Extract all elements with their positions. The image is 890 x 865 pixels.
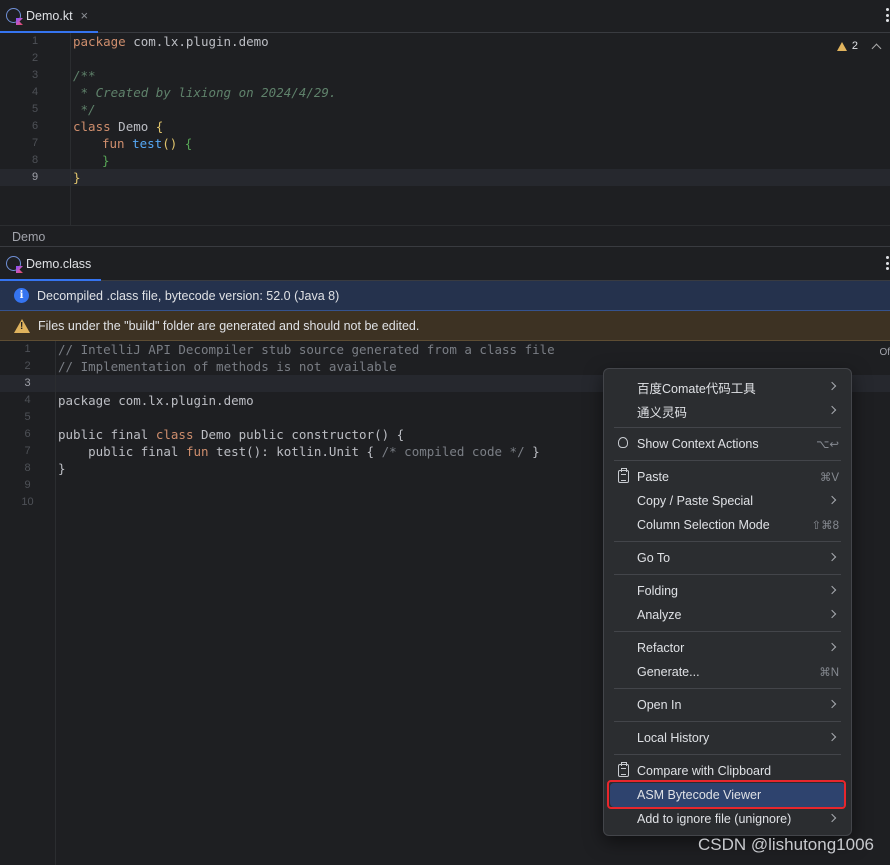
code-line: package com.lx.plugin.demo xyxy=(58,393,254,408)
clipboard-icon xyxy=(618,468,629,483)
line-number: 7 xyxy=(31,137,39,149)
menu-item-baidu-comate[interactable]: 百度Comate代码工具 xyxy=(610,375,845,399)
top-tab-bar: Demo.kt × xyxy=(0,0,890,33)
code-line: class Demo { xyxy=(73,119,164,134)
menu-item-analyze[interactable]: Analyze xyxy=(610,603,845,627)
tab-demo-class[interactable]: Demo.class xyxy=(0,248,102,281)
code-line: } xyxy=(102,153,110,168)
code-line: */ xyxy=(73,102,96,117)
breadcrumb[interactable]: Demo xyxy=(0,225,890,247)
menu-item-generate[interactable]: Generate... ⌘N xyxy=(610,660,845,684)
menu-item-add-to-ignore[interactable]: Add to ignore file (unignore) xyxy=(610,807,845,831)
menu-item-refactor[interactable]: Refactor xyxy=(610,636,845,660)
line-number: 3 xyxy=(24,377,31,389)
code-line: * Created by lixiong on 2024/4/29. xyxy=(73,85,337,100)
line-number: 9 xyxy=(31,171,39,183)
chevron-up-icon[interactable] xyxy=(871,43,882,53)
watermark: CSDN @lishutong1006 xyxy=(697,835,874,854)
side-panel-label: Of xyxy=(879,347,890,358)
compare-clipboard-icon xyxy=(618,762,629,777)
more-icon[interactable] xyxy=(886,256,890,270)
line-number: 7 xyxy=(24,445,31,457)
menu-item-open-in[interactable]: Open In xyxy=(610,693,845,717)
close-icon[interactable]: × xyxy=(81,8,89,23)
menu-item-show-context-actions[interactable]: Show Context Actions ⌥↩ xyxy=(610,432,845,456)
class-file-icon xyxy=(6,256,21,271)
menu-separator xyxy=(614,754,841,755)
line-number: 4 xyxy=(24,394,31,406)
menu-item-go-to[interactable]: Go To xyxy=(610,546,845,570)
line-number: 1 xyxy=(24,343,31,355)
chevron-right-icon xyxy=(827,699,837,709)
inspection-widget[interactable]: 2 xyxy=(836,40,882,53)
line-number-gutter: 1 2 3 4 5 6 7 8 9 10 xyxy=(0,341,56,865)
code-line: } xyxy=(58,461,66,476)
kotlin-editor[interactable]: 1 2 3 4 5 6 7 8 9 package com.lx.plugin.… xyxy=(0,33,890,225)
code-line: public final class Demo public construct… xyxy=(58,427,405,442)
line-number: 9 xyxy=(24,479,31,491)
chevron-right-icon xyxy=(827,552,837,562)
line-number: 5 xyxy=(31,103,39,115)
line-number: 8 xyxy=(24,462,31,474)
line-number: 4 xyxy=(31,86,39,98)
line-number: 8 xyxy=(31,154,39,166)
warning-count: 2 xyxy=(851,40,858,52)
line-number: 2 xyxy=(24,360,31,372)
menu-item-copy-paste-special[interactable]: Copy / Paste Special xyxy=(610,489,845,513)
info-icon: i xyxy=(14,288,29,303)
menu-item-folding[interactable]: Folding xyxy=(610,579,845,603)
code-line: package com.lx.plugin.demo xyxy=(73,34,269,49)
code-line: // Implementation of methods is not avai… xyxy=(58,359,397,374)
line-number-gutter: 1 2 3 4 5 6 7 8 9 xyxy=(0,33,71,225)
line-number: 6 xyxy=(24,428,31,440)
code-line: fun test() { xyxy=(102,136,193,151)
menu-separator xyxy=(614,427,841,428)
line-number: 3 xyxy=(31,69,39,81)
menu-item-column-selection[interactable]: Column Selection Mode ⇧⌘8 xyxy=(610,513,845,537)
code-line: /** xyxy=(73,68,96,83)
tab-label: Demo.class xyxy=(26,256,92,271)
warning-icon xyxy=(14,318,30,333)
menu-separator xyxy=(614,688,841,689)
current-line-highlight xyxy=(0,169,890,186)
menu-separator xyxy=(614,574,841,575)
line-number: 6 xyxy=(31,120,39,132)
kotlin-file-icon xyxy=(6,8,21,23)
info-banner-text: Decompiled .class file, bytecode version… xyxy=(37,288,340,303)
warn-banner-text: Files under the "build" folder are gener… xyxy=(38,318,420,333)
line-number: 2 xyxy=(31,52,39,64)
tab-demo-kt[interactable]: Demo.kt × xyxy=(0,0,99,33)
chevron-right-icon xyxy=(827,642,837,652)
chevron-right-icon xyxy=(827,609,837,619)
line-number: 10 xyxy=(21,496,34,508)
chevron-right-icon xyxy=(827,813,837,823)
decompiled-info-banner: i Decompiled .class file, bytecode versi… xyxy=(0,281,890,311)
warning-icon xyxy=(836,41,847,51)
menu-separator xyxy=(614,460,841,461)
bottom-tab-bar: Demo.class xyxy=(0,248,890,281)
code-line: // IntelliJ API Decompiler stub source g… xyxy=(58,342,555,357)
chevron-right-icon xyxy=(827,381,837,391)
menu-item-tongyi[interactable]: 通义灵码 xyxy=(610,399,845,423)
tab-label: Demo.kt xyxy=(26,8,73,23)
menu-item-local-history[interactable]: Local History xyxy=(610,726,845,750)
highlight-annotation-box xyxy=(607,780,846,809)
chevron-right-icon xyxy=(827,405,837,415)
menu-separator xyxy=(614,541,841,542)
more-icon[interactable] xyxy=(886,8,890,22)
chevron-right-icon xyxy=(827,495,837,505)
lightbulb-icon xyxy=(618,437,628,448)
menu-separator xyxy=(614,631,841,632)
menu-separator xyxy=(614,721,841,722)
menu-item-paste[interactable]: Paste ⌘V xyxy=(610,465,845,489)
code-line: } xyxy=(73,170,81,185)
editor-context-menu: 百度Comate代码工具 通义灵码 Show Context Actions ⌥↩… xyxy=(603,368,852,836)
chevron-right-icon xyxy=(827,732,837,742)
line-number: 1 xyxy=(31,35,39,47)
code-line: public final fun test(): kotlin.Unit { /… xyxy=(58,444,540,459)
generated-files-warning-banner: Files under the "build" folder are gener… xyxy=(0,311,890,341)
chevron-right-icon xyxy=(827,585,837,595)
line-number: 5 xyxy=(24,411,31,423)
